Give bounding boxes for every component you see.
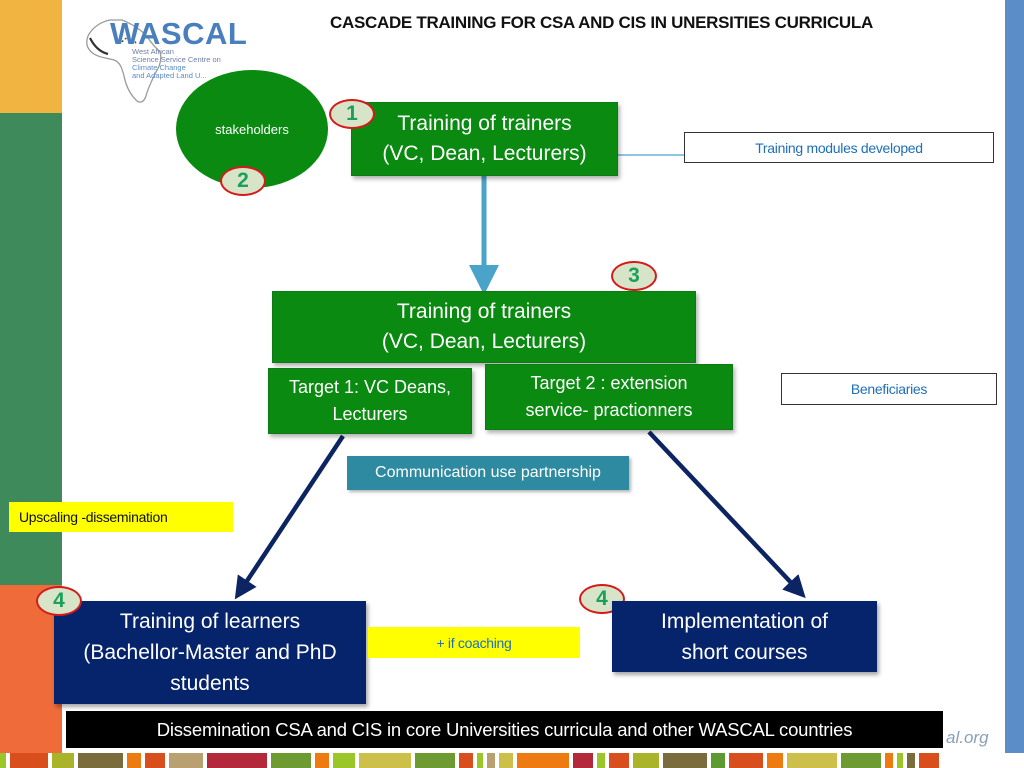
- strip-segment: [609, 753, 629, 768]
- step-badge-2: 2: [220, 166, 266, 196]
- training-of-trainers-box-top: Training of trainers (VC, Dean, Lecturer…: [351, 102, 618, 176]
- step-badge-1: 1: [329, 99, 375, 129]
- box-line: Target 1: VC Deans,: [288, 377, 452, 397]
- strip-segment: [52, 753, 74, 768]
- box-line: Target 2 : extension: [530, 373, 688, 393]
- strip-segment: [919, 753, 939, 768]
- strip-segment: [885, 753, 893, 768]
- dissemination-banner: Dissemination CSA and CIS in core Univer…: [66, 711, 943, 748]
- step-badge-3: 3: [611, 261, 657, 291]
- coaching-label: + if coaching: [368, 627, 580, 658]
- box-line: students: [170, 672, 250, 695]
- arrow-to-learners: [234, 434, 345, 600]
- strip-segment: [415, 753, 455, 768]
- side-bar-blue: [1005, 0, 1024, 753]
- target-1-box: Target 1: VC Deans, Lecturers: [268, 368, 472, 434]
- strip-segment: [597, 753, 605, 768]
- logo-subtitle-line: and Adapted Land U...: [132, 71, 207, 80]
- strip-segment: [207, 753, 267, 768]
- box-line: Lecturers: [332, 404, 408, 424]
- target-2-box: Target 2 : extension service- practionne…: [485, 364, 733, 430]
- strip-segment: [169, 753, 203, 768]
- side-bar-orange: [0, 0, 62, 113]
- training-modules-box: Training modules developed: [684, 132, 994, 163]
- box-line: (VC, Dean, Lecturers): [382, 142, 587, 165]
- box-line: Training of trainers: [396, 300, 572, 323]
- box-line: (VC, Dean, Lecturers): [381, 330, 587, 353]
- strip-segment: [315, 753, 329, 768]
- strip-segment: [787, 753, 837, 768]
- strip-segment: [767, 753, 783, 768]
- box-line: Training of trainers: [397, 112, 572, 135]
- strip-segment: [10, 753, 48, 768]
- strip-segment: [477, 753, 483, 768]
- strip-segment: [633, 753, 659, 768]
- box-line: Implementation of: [661, 609, 828, 633]
- strip-segment: [729, 753, 763, 768]
- strip-segment: [78, 753, 123, 768]
- training-of-trainers-box-mid: Training of trainers (VC, Dean, Lecturer…: [272, 291, 696, 363]
- strip-segment: [573, 753, 593, 768]
- strip-segment: [145, 753, 165, 768]
- strip-segment: [907, 753, 915, 768]
- footer-url: al.org: [946, 728, 989, 747]
- strip-segment: [841, 753, 881, 768]
- bottom-color-strip: [0, 753, 1024, 768]
- strip-segment: [499, 753, 513, 768]
- strip-segment: [127, 753, 141, 768]
- box-line: (Bachellor-Master and PhD: [83, 641, 337, 664]
- strip-segment: [271, 753, 311, 768]
- arrow-to-courses: [647, 430, 806, 599]
- short-courses-box: Implementation of short courses: [612, 601, 877, 672]
- training-of-learners-box: Training of learners (Bachellor-Master a…: [54, 601, 366, 704]
- strip-segment: [487, 753, 495, 768]
- communication-partnership-box: Communication use partnership: [347, 456, 629, 490]
- strip-segment: [459, 753, 473, 768]
- strip-segment: [333, 753, 355, 768]
- page-title: CASCADE TRAINING FOR CSA AND CIS IN UNER…: [330, 13, 873, 32]
- strip-segment: [359, 753, 411, 768]
- strip-segment: [711, 753, 725, 768]
- box-line: service- practionners: [525, 400, 693, 420]
- box-line: Training of learners: [119, 610, 301, 633]
- strip-segment: [517, 753, 569, 768]
- upscaling-dissemination-label: Upscaling -dissemination: [9, 502, 233, 532]
- logo-wordmark: WASCAL: [110, 16, 248, 51]
- beneficiaries-box: Beneficiaries: [781, 373, 997, 405]
- strip-segment: [663, 753, 707, 768]
- box-line: short courses: [681, 640, 808, 664]
- strip-segment: [0, 753, 6, 768]
- strip-segment: [897, 753, 903, 768]
- step-badge-4-left: 4: [36, 586, 82, 616]
